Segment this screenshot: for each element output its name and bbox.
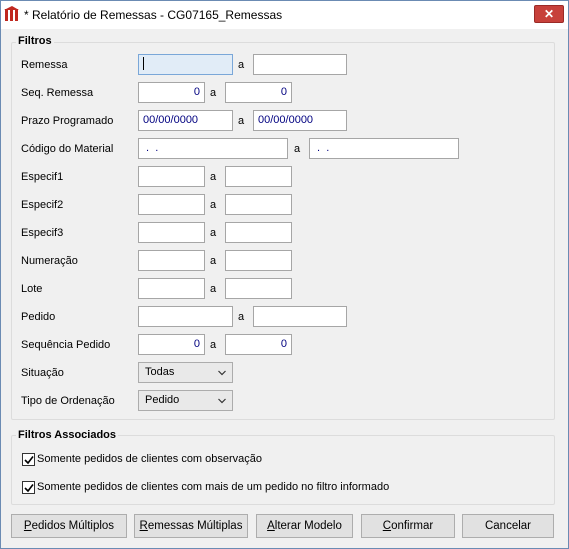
confirmar-button[interactable]: Confirmar xyxy=(361,514,455,538)
codigo-material-from-field[interactable]: . . xyxy=(138,138,288,159)
checkmark-icon xyxy=(24,484,34,493)
range-separator: a xyxy=(238,311,245,323)
especif2-label: Especif2 xyxy=(21,199,64,211)
especif1-from-field[interactable] xyxy=(138,166,205,187)
pedido-to-field[interactable] xyxy=(253,306,347,327)
especif3-label: Especif3 xyxy=(21,227,64,239)
pedidos-multiplos-button[interactable]: Pedidos Múltiplos xyxy=(11,514,127,538)
numeracao-label: Numeração xyxy=(21,255,78,267)
lote-to-field[interactable] xyxy=(225,278,292,299)
prazo-programado-label: Prazo Programado xyxy=(21,115,114,127)
prazo-programado-from-field[interactable]: 00/00/0000 xyxy=(138,110,233,131)
filtros-title: Filtros xyxy=(16,35,54,47)
especif3-from-field[interactable] xyxy=(138,222,205,243)
situacao-value: Todas xyxy=(145,366,175,378)
range-separator: a xyxy=(210,199,217,211)
filtros-associados-title: Filtros Associados xyxy=(16,429,119,441)
checkmark-icon xyxy=(24,456,34,465)
range-separator: a xyxy=(238,59,245,71)
multiplos-pedidos-checkbox[interactable] xyxy=(22,481,35,494)
seq-remessa-to-field[interactable]: 0 xyxy=(225,82,292,103)
especif3-to-field[interactable] xyxy=(225,222,292,243)
remessa-label: Remessa xyxy=(21,59,68,71)
sequencia-pedido-to-field[interactable]: 0 xyxy=(225,334,292,355)
report-app-icon xyxy=(4,6,20,22)
codigo-material-label: Código do Material xyxy=(21,143,114,155)
especif2-to-field[interactable] xyxy=(225,194,292,215)
tipo-ordenacao-label: Tipo de Ordenação xyxy=(21,395,115,407)
lote-label: Lote xyxy=(21,283,43,295)
window-title: * Relatório de Remessas - CG07165_Remess… xyxy=(24,8,283,22)
especif2-from-field[interactable] xyxy=(138,194,205,215)
title-bar: * Relatório de Remessas - CG07165_Remess… xyxy=(1,1,568,29)
numeracao-from-field[interactable] xyxy=(138,250,205,271)
chevron-down-icon xyxy=(218,398,226,404)
cancelar-button[interactable]: Cancelar xyxy=(462,514,554,538)
especif1-to-field[interactable] xyxy=(225,166,292,187)
report-window: * Relatório de Remessas - CG07165_Remess… xyxy=(0,0,569,549)
remessas-multiplas-button[interactable]: Remessas Múltiplas xyxy=(134,514,248,538)
chevron-down-icon xyxy=(218,370,226,376)
range-separator: a xyxy=(238,115,245,127)
lote-from-field[interactable] xyxy=(138,278,205,299)
seq-remessa-from-field[interactable]: 0 xyxy=(138,82,205,103)
observacao-checkbox-label: Somente pedidos de clientes com observaç… xyxy=(37,453,263,465)
remessa-to-field[interactable] xyxy=(253,54,347,75)
tipo-ordenacao-value: Pedido xyxy=(145,394,180,406)
situacao-select[interactable]: Todas xyxy=(138,362,233,383)
observacao-checkbox-row[interactable]: Somente pedidos de clientes com observaç… xyxy=(22,452,282,468)
seq-remessa-label: Seq. Remessa xyxy=(21,87,94,99)
close-icon: ✕ xyxy=(543,7,555,21)
alterar-modelo-button[interactable]: Alterar Modelo xyxy=(256,514,353,538)
range-separator: a xyxy=(210,87,217,99)
especif1-label: Especif1 xyxy=(21,171,64,183)
pedido-label: Pedido xyxy=(21,311,56,323)
tipo-ordenacao-select[interactable]: Pedido xyxy=(138,390,233,411)
sequencia-pedido-label: Sequência Pedido xyxy=(21,339,111,351)
multiplos-pedidos-checkbox-row[interactable]: Somente pedidos de clientes com mais de … xyxy=(22,480,402,496)
range-separator: a xyxy=(294,143,301,155)
range-separator: a xyxy=(210,255,217,267)
situacao-label: Situação xyxy=(21,367,64,379)
codigo-material-to-field[interactable]: . . xyxy=(309,138,459,159)
pedido-from-field[interactable] xyxy=(138,306,233,327)
numeracao-to-field[interactable] xyxy=(225,250,292,271)
multiplos-pedidos-checkbox-label: Somente pedidos de clientes com mais de … xyxy=(37,481,390,493)
range-separator: a xyxy=(210,227,217,239)
range-separator: a xyxy=(210,339,217,351)
sequencia-pedido-from-field[interactable]: 0 xyxy=(138,334,205,355)
prazo-programado-to-field[interactable]: 00/00/0000 xyxy=(253,110,347,131)
close-button[interactable]: ✕ xyxy=(534,5,564,23)
range-separator: a xyxy=(210,171,217,183)
observacao-checkbox[interactable] xyxy=(22,453,35,466)
remessa-from-field[interactable] xyxy=(138,54,233,75)
text-caret xyxy=(143,56,144,70)
range-separator: a xyxy=(210,283,217,295)
